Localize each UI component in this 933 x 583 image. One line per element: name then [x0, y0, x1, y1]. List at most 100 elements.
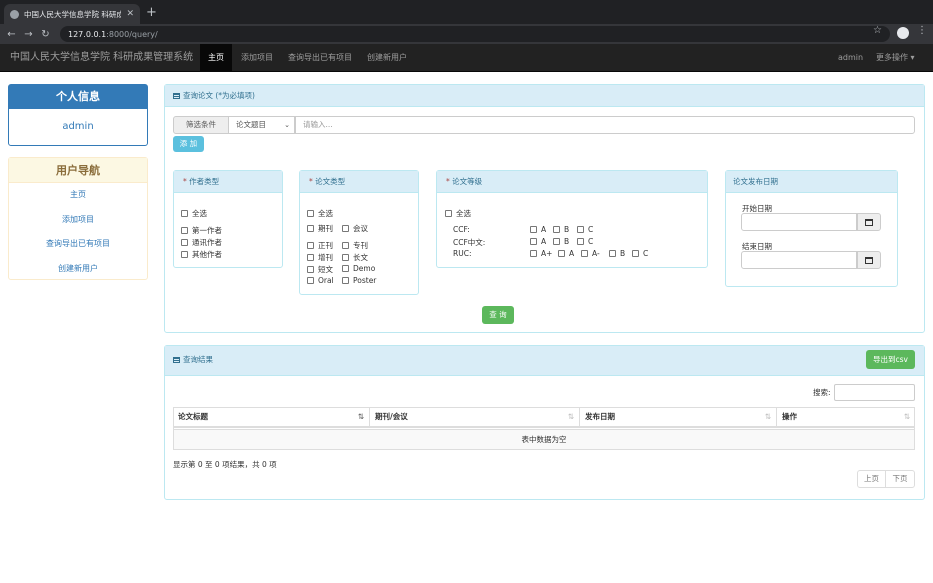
- sidebar-item-home[interactable]: 主页: [9, 183, 147, 208]
- export-csv-button[interactable]: 导出到csv: [866, 350, 915, 369]
- ccf-cn-a-checkbox[interactable]: A: [530, 237, 546, 246]
- type-regular-checkbox[interactable]: 正刊: [307, 240, 333, 251]
- type-demo-checkbox[interactable]: Demo: [342, 264, 375, 273]
- empty-table-row: 表中数据为空: [173, 429, 915, 450]
- column-header-actions[interactable]: 操作 ⇅: [777, 407, 915, 428]
- reload-icon[interactable]: ↻: [37, 29, 54, 40]
- filter-field-select[interactable]: 论文题目 ⌄: [228, 116, 295, 134]
- sort-icon: ⇅: [903, 412, 910, 421]
- search-input[interactable]: [834, 384, 915, 401]
- query-panel-header: 查询论文 (*为必填项): [165, 85, 924, 107]
- type-all-checkbox[interactable]: 全选: [307, 208, 333, 219]
- sidebar-item-create-user[interactable]: 创建新用户: [9, 257, 147, 282]
- sort-icon: ⇅: [567, 412, 574, 421]
- chevron-down-icon: ⌄: [284, 121, 290, 129]
- nav-create-user[interactable]: 创建新用户: [359, 44, 415, 72]
- column-header-venue[interactable]: 期刊/会议 ⇅: [370, 407, 580, 428]
- author-type-title: 作者类型: [189, 177, 220, 186]
- sidebar-item-add-project[interactable]: 添加项目: [9, 208, 147, 233]
- author-corresponding-checkbox[interactable]: 通讯作者: [181, 237, 222, 248]
- ccf-c-checkbox[interactable]: C: [577, 225, 593, 234]
- ruc-aminus-checkbox[interactable]: A-: [581, 249, 600, 258]
- paper-level-header: * 论文等级: [437, 171, 707, 193]
- type-short-checkbox[interactable]: 短文: [307, 264, 333, 275]
- ruc-a-checkbox[interactable]: A: [558, 249, 574, 258]
- nav-more-dropdown[interactable]: 更多操作 ▾: [868, 44, 923, 72]
- profile-panel: 个人信息 admin: [8, 84, 148, 146]
- paper-level-title: 论文等级: [452, 177, 483, 186]
- type-oral-checkbox[interactable]: Oral: [307, 276, 334, 285]
- start-date-picker[interactable]: [857, 213, 881, 231]
- nav-user[interactable]: admin: [830, 44, 871, 72]
- table-icon: [173, 93, 180, 99]
- column-header-title[interactable]: 论文标题 ⇅: [173, 407, 370, 428]
- profile-avatar-icon[interactable]: [897, 27, 909, 39]
- level-all-checkbox[interactable]: 全选: [445, 208, 471, 219]
- browser-tab-strip: 中国人民大学信息学院 科研成果 ✕ +: [0, 0, 933, 24]
- ruc-b-checkbox[interactable]: B: [609, 249, 625, 258]
- top-navbar: 中国人民大学信息学院 科研成果管理系统 主页 添加项目 查询导出已有项目 创建新…: [0, 44, 933, 72]
- paper-type-title: 论文类型: [315, 177, 346, 186]
- level-ccf-label: CCF:: [453, 225, 470, 234]
- ruc-aplus-checkbox[interactable]: A+: [530, 249, 552, 258]
- type-poster-checkbox[interactable]: Poster: [342, 276, 376, 285]
- url-host: 127.0.0.1: [68, 29, 107, 39]
- end-date-input[interactable]: [741, 251, 857, 269]
- type-supplement-checkbox[interactable]: 增刊: [307, 252, 333, 263]
- level-ruc-label: RUC:: [453, 249, 472, 258]
- query-button[interactable]: 查 询: [482, 306, 514, 324]
- paper-type-header: * 论文类型: [300, 171, 418, 193]
- sort-asc-icon: ⇅: [357, 412, 364, 421]
- sidebar-item-query-export[interactable]: 查询导出已有项目: [9, 232, 147, 257]
- filter-input[interactable]: 请输入...: [295, 116, 915, 134]
- bookmark-star-icon[interactable]: ☆: [873, 25, 882, 36]
- type-special-checkbox[interactable]: 专刊: [342, 240, 368, 251]
- nav-home[interactable]: 主页: [200, 44, 232, 72]
- table-icon: [173, 357, 180, 363]
- results-panel-title: 查询结果: [183, 355, 213, 364]
- nav-add-project[interactable]: 添加项目: [233, 44, 281, 72]
- ccf-cn-c-checkbox[interactable]: C: [577, 237, 593, 246]
- address-bar[interactable]: i 127.0.0.1:8000/query/: [60, 26, 890, 493]
- tab-title: 中国人民大学信息学院 科研成果: [24, 9, 122, 19]
- start-date-input[interactable]: [741, 213, 857, 231]
- type-long-checkbox[interactable]: 长文: [342, 252, 368, 263]
- calendar-icon: [865, 256, 873, 264]
- author-all-checkbox[interactable]: 全选: [181, 208, 207, 219]
- browser-tab[interactable]: 中国人民大学信息学院 科研成果 ✕: [4, 4, 140, 24]
- back-icon[interactable]: ←: [3, 29, 20, 40]
- sort-icon: ⇅: [764, 412, 771, 421]
- level-ccf-cn-label: CCF中文:: [453, 238, 486, 247]
- browser-menu-icon[interactable]: ⋮: [917, 25, 927, 36]
- author-first-checkbox[interactable]: 第一作者: [181, 225, 222, 236]
- query-panel-title: 查询论文 (*为必填项): [183, 91, 255, 100]
- browser-toolbar: ← → ↻ i 127.0.0.1:8000/query/: [0, 24, 933, 493]
- ccf-cn-b-checkbox[interactable]: B: [553, 237, 569, 246]
- ccf-b-checkbox[interactable]: B: [553, 225, 569, 234]
- nav-query-export[interactable]: 查询导出已有项目: [280, 44, 360, 72]
- publish-date-title: 论文发布日期: [726, 171, 897, 193]
- type-conference-checkbox[interactable]: 会议: [342, 223, 368, 234]
- add-filter-button[interactable]: 添 加: [173, 136, 204, 152]
- author-other-checkbox[interactable]: 其他作者: [181, 249, 222, 260]
- profile-panel-title: 个人信息: [9, 85, 147, 109]
- results-panel-header: 查询结果: [165, 346, 924, 376]
- end-date-picker[interactable]: [857, 251, 881, 269]
- filter-label: 筛选条件: [173, 116, 229, 134]
- new-tab-icon[interactable]: +: [146, 5, 157, 20]
- forward-icon[interactable]: →: [20, 29, 37, 40]
- site-brand[interactable]: 中国人民大学信息学院 科研成果管理系统: [10, 44, 193, 72]
- column-header-date[interactable]: 发布日期 ⇅: [580, 407, 777, 428]
- ccf-a-checkbox[interactable]: A: [530, 225, 546, 234]
- author-type-header: * 作者类型: [174, 171, 282, 193]
- prev-page-button[interactable]: 上页: [857, 470, 886, 488]
- type-journal-checkbox[interactable]: 期刊: [307, 223, 333, 234]
- filter-select-value: 论文题目: [236, 120, 266, 129]
- next-page-button[interactable]: 下页: [885, 470, 915, 488]
- calendar-icon: [865, 218, 873, 226]
- ruc-c-checkbox[interactable]: C: [632, 249, 648, 258]
- close-tab-icon[interactable]: ✕: [126, 9, 134, 19]
- globe-icon: [10, 9, 19, 19]
- url-path: :8000/query/: [106, 29, 158, 39]
- profile-username: admin: [62, 121, 94, 132]
